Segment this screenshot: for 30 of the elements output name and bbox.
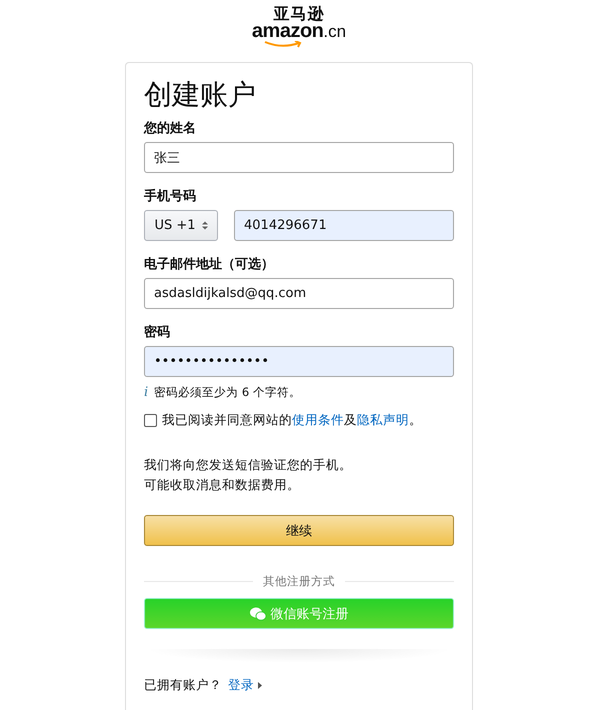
- signin-prompt: 已拥有账户？: [144, 677, 222, 694]
- country-code-select[interactable]: US +1: [144, 210, 218, 241]
- field-label: 电子邮件地址（可选）: [144, 257, 274, 273]
- chat-bubbles-icon: [250, 606, 266, 620]
- sms-notice: 我们将向您发送短信验证您的手机。: [144, 456, 352, 474]
- smile-arrow-icon: [264, 41, 304, 48]
- info-icon: i: [144, 385, 148, 400]
- field-label: 您的姓名: [144, 121, 196, 137]
- amazon-logo[interactable]: 亚马逊 amazon.cn: [254, 5, 344, 49]
- text-input[interactable]: asdasldijkalsd@qq.com: [144, 278, 454, 309]
- signin-link[interactable]: 登录: [228, 677, 262, 694]
- checkbox[interactable]: [144, 414, 157, 427]
- privacy-link[interactable]: 隐私声明: [357, 412, 409, 427]
- caret-icon: [258, 682, 262, 689]
- terms-text: 我已阅读并同意网站的使用条件及隐私声明。: [162, 412, 422, 429]
- text-input[interactable]: •••••••••••••••: [144, 346, 454, 377]
- logo-chinese-text: 亚马逊: [274, 5, 324, 22]
- field-label: 手机号码: [144, 189, 196, 205]
- text-input[interactable]: 张三: [144, 142, 454, 173]
- phone-input[interactable]: 4014296671: [234, 210, 454, 241]
- field-label: 密码: [144, 325, 170, 341]
- logo-wordmark: amazon: [252, 22, 324, 40]
- page-title: 创建账户: [144, 77, 257, 113]
- logo-suffix: .cn: [323, 23, 346, 41]
- sort-arrows-icon: [202, 221, 208, 230]
- continue-button[interactable]: 继续: [144, 515, 454, 546]
- terms-link[interactable]: 使用条件: [292, 412, 344, 427]
- sms-notice: 可能收取消息和数据费用。: [144, 476, 300, 494]
- divider-label: 其他注册方式: [263, 574, 335, 589]
- password-hint: 密码必须至少为 6 个字符。: [154, 385, 301, 400]
